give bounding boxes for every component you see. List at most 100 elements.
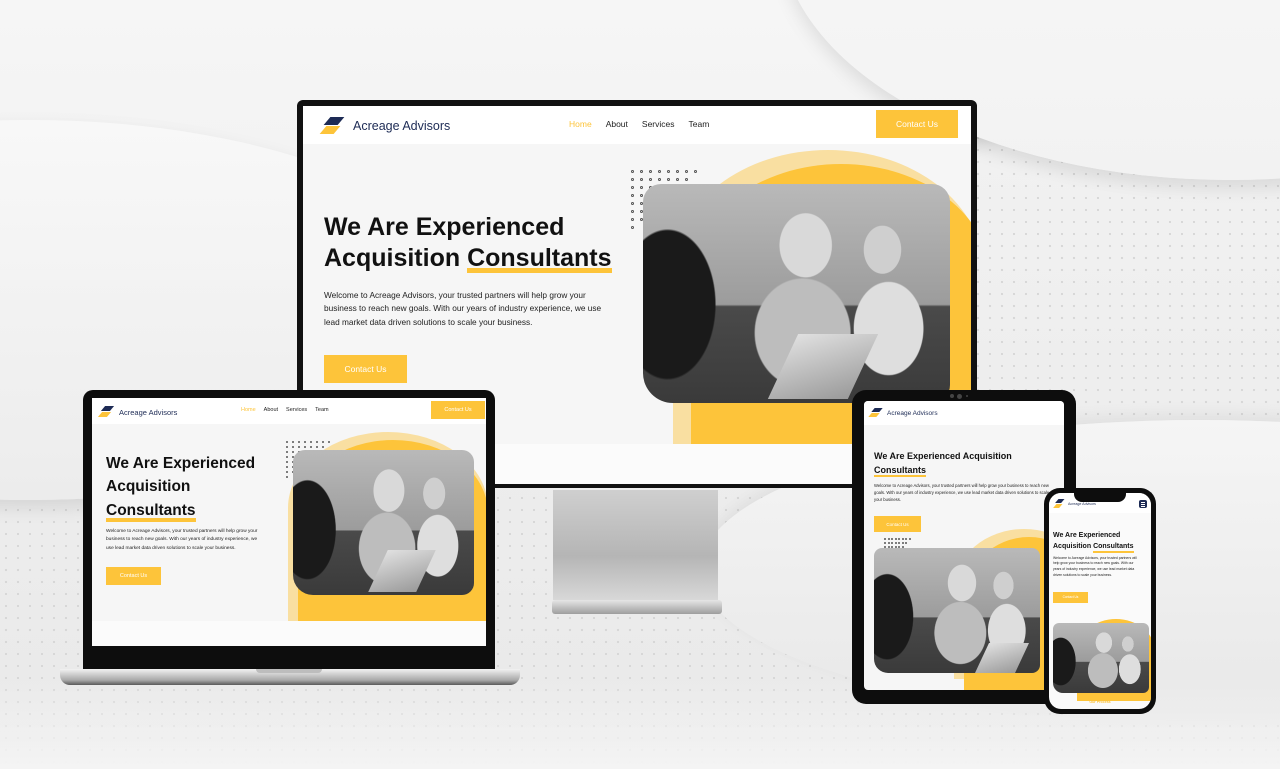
hero-contact-button[interactable]: Contact Us <box>106 566 161 585</box>
logo-icon <box>319 116 345 136</box>
decorative-dot <box>685 178 688 181</box>
hamburger-menu-icon[interactable] <box>1139 500 1147 508</box>
site-logo[interactable]: Acreage Advisors <box>868 407 938 419</box>
tablet-camera-icon <box>957 394 962 399</box>
laptop-opening-notch <box>256 669 322 673</box>
hero-description: Welcome to Acreage Advisors, your truste… <box>874 483 1050 503</box>
nav-services[interactable]: Services <box>286 407 307 413</box>
brand-name: Acreage Advisors <box>1068 501 1096 506</box>
photo-laptop <box>975 643 1029 673</box>
photo-laptop <box>368 550 436 592</box>
hero-text: We Are Experienced Acquisition Consultan… <box>324 212 612 383</box>
site-navbar: Acreage Advisors Home About Services Tea… <box>92 398 486 424</box>
tablet-sensor <box>950 394 954 398</box>
decorative-dot <box>292 446 294 448</box>
decorative-dot <box>298 446 300 448</box>
hero-contact-button[interactable]: Contact Us <box>1053 591 1088 603</box>
decorative-dot <box>905 538 907 540</box>
tablet: Acreage Advisors We Are Experienced Acqu… <box>852 390 1076 704</box>
hero-headline: We Are Experienced Acquisition Consultan… <box>106 452 276 523</box>
tablet-sensor <box>966 395 968 397</box>
headline-line-1: We Are Experienced <box>1053 532 1121 539</box>
nav-team[interactable]: Team <box>689 119 710 129</box>
logo-icon <box>1053 499 1065 508</box>
laptop: Acreage Advisors Home About Services Tea… <box>83 390 495 670</box>
nav-about[interactable]: About <box>606 119 628 129</box>
decorative-dot <box>884 538 886 540</box>
nav-contact-button[interactable]: Contact Us <box>431 401 485 419</box>
decorative-dot <box>310 441 312 443</box>
hero-photo <box>874 548 1040 673</box>
next-section <box>92 621 486 646</box>
decorative-dot <box>286 456 288 458</box>
decorative-dot <box>316 441 318 443</box>
nav-team[interactable]: Team <box>315 407 328 413</box>
site-logo[interactable]: Acreage Advisors <box>319 116 450 136</box>
decorative-dot <box>658 178 661 181</box>
decorative-dot <box>631 178 634 181</box>
hero-description: Welcome to Acreage Advisors, your truste… <box>1053 555 1137 578</box>
headline-word: Acquisition <box>1053 542 1092 550</box>
headline-line-2: Acquisition Consultants <box>1053 542 1137 553</box>
decorative-dot <box>286 451 288 453</box>
decorative-dot <box>640 194 643 197</box>
hero-description: Welcome to Acreage Advisors, your truste… <box>324 290 602 327</box>
hero-contact-button[interactable]: Contact Us <box>324 354 407 383</box>
decorative-dot <box>891 542 893 544</box>
headline-word: Acquisition <box>324 243 461 272</box>
hero-photo <box>643 184 950 403</box>
decorative-dot <box>901 538 904 540</box>
decorative-dot <box>640 178 643 181</box>
decorative-dot <box>667 170 670 173</box>
decorative-dot <box>887 538 890 540</box>
hero-photo <box>293 450 474 595</box>
decorative-dot <box>884 542 886 544</box>
nav-menu: Home About Services Team <box>569 119 709 129</box>
brand-name: Acreage Advisors <box>887 409 938 417</box>
site-logo[interactable]: Acreage Advisors <box>97 405 177 419</box>
decorative-dot <box>694 170 697 173</box>
brand-name: Acreage Advisors <box>353 119 451 133</box>
laptop-website-screen: Acreage Advisors Home About Services Tea… <box>92 398 486 646</box>
decorative-dot <box>631 202 634 205</box>
hero-description: Welcome to Acreage Advisors, your truste… <box>106 528 258 551</box>
nav-services[interactable]: Services <box>642 119 675 129</box>
decorative-dot <box>286 446 288 448</box>
site-navbar: Acreage Advisors Home About Services Tea… <box>303 106 971 144</box>
decorative-dot <box>905 542 907 544</box>
decorative-dot <box>667 178 670 181</box>
decorative-dot <box>676 178 679 181</box>
decorative-dot <box>304 441 306 443</box>
decorative-dot <box>894 542 897 544</box>
decorative-dot <box>298 441 300 443</box>
nav-about[interactable]: About <box>264 407 278 413</box>
decorative-dot <box>328 441 330 443</box>
headline-line-1: We Are Experienced <box>324 213 565 241</box>
decorative-dot <box>631 226 634 229</box>
decorative-dot <box>292 451 294 453</box>
headline-highlight: Consultants <box>106 499 196 523</box>
decorative-dot <box>891 538 893 540</box>
hero-text: We Are Experienced Acquisition Consultan… <box>106 452 276 585</box>
hero-contact-button[interactable]: Contact Us <box>874 516 921 533</box>
decorative-dot <box>304 446 306 448</box>
hero-headline: We Are Experienced Acquisition Consultan… <box>1053 531 1137 553</box>
nav-contact-button[interactable]: Contact Us <box>876 110 958 138</box>
hero-headline: We Are Experienced Acquisition Consultan… <box>324 212 612 273</box>
decorative-dot <box>908 538 911 540</box>
our-process-heading: Our Process <box>1089 700 1111 704</box>
decorative-dot <box>286 476 288 478</box>
headline-line-2: Acquisition Consultants <box>324 243 612 274</box>
phone-website-screen: Acreage Advisors We Are Experienced Acqu… <box>1049 493 1151 709</box>
hero-photo <box>1053 623 1149 693</box>
decorative-dot <box>286 461 288 463</box>
headline-highlight: Consultants <box>467 243 612 273</box>
logo-icon <box>868 407 883 419</box>
decorative-dot <box>901 542 904 544</box>
site-navbar: Acreage Advisors <box>864 401 1064 425</box>
nav-home[interactable]: Home <box>569 119 592 129</box>
nav-home[interactable]: Home <box>241 407 256 413</box>
decorative-dot <box>898 538 900 540</box>
phone-notch <box>1074 493 1126 502</box>
decorative-dot <box>631 194 634 197</box>
